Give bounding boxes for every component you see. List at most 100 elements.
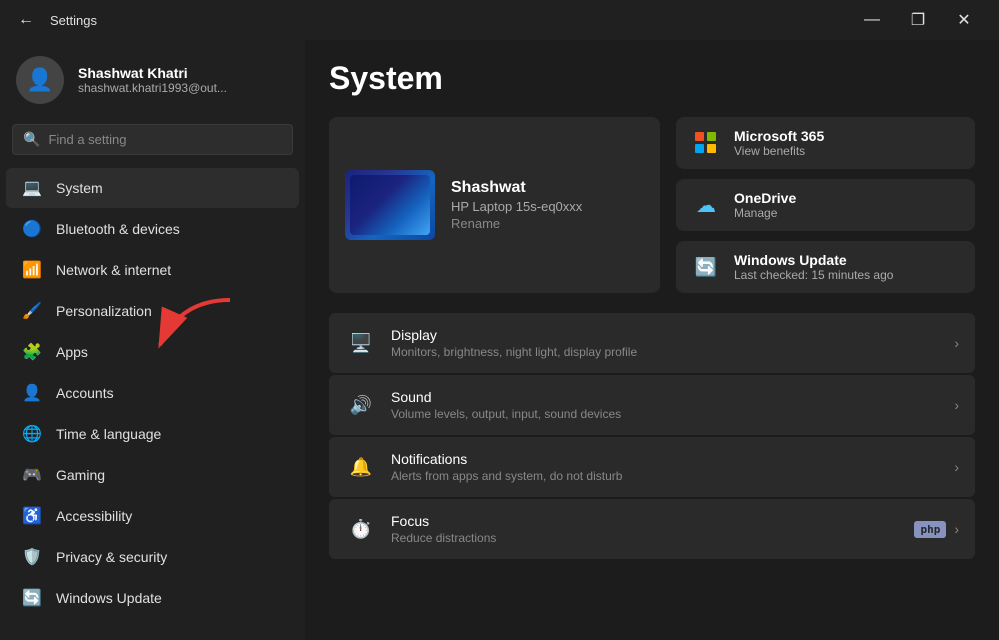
window-controls: — ❐ ✕	[849, 0, 987, 40]
ms365-title: Microsoft 365	[734, 128, 824, 144]
system-icon: 💻	[22, 178, 42, 198]
accessibility-icon: ♿	[22, 506, 42, 526]
onedrive-icon: ☁	[690, 189, 722, 221]
privacy-icon: 🛡️	[22, 547, 42, 567]
ms365-info: Microsoft 365 View benefits	[734, 128, 824, 158]
onedrive-card[interactable]: ☁ OneDrive Manage	[676, 179, 975, 231]
sidebar-item-accounts[interactable]: 👤 Accounts	[6, 373, 299, 413]
device-rename[interactable]: Rename	[451, 216, 582, 231]
sound-chevron: ›	[954, 397, 959, 413]
display-title: Display	[391, 327, 954, 343]
user-info: Shashwat Khatri shashwat.khatri1993@out.…	[78, 65, 227, 95]
ms365-card[interactable]: Microsoft 365 View benefits	[676, 117, 975, 169]
focus-icon: ⏱️	[345, 513, 377, 545]
bluetooth-icon: 🔵	[22, 219, 42, 239]
network-icon: 📶	[22, 260, 42, 280]
ms365-subtitle: View benefits	[734, 144, 824, 158]
settings-item-focus[interactable]: ⏱️ Focus Reduce distractions php ›	[329, 499, 975, 559]
minimize-button[interactable]: —	[849, 0, 895, 40]
device-card[interactable]: Shashwat HP Laptop 15s-eq0xxx Rename	[329, 117, 660, 293]
sidebar-item-bluetooth[interactable]: 🔵 Bluetooth & devices	[6, 209, 299, 249]
sidebar-item-apps[interactable]: 🧩 Apps	[6, 332, 299, 372]
sidebar-item-update[interactable]: 🔄 Windows Update	[6, 578, 299, 618]
winupdate-icon: 🔄	[690, 251, 722, 283]
notifications-title: Notifications	[391, 451, 954, 467]
sound-title: Sound	[391, 389, 954, 405]
onedrive-title: OneDrive	[734, 190, 796, 206]
display-desc: Monitors, brightness, night light, displ…	[391, 345, 954, 359]
display-text: Display Monitors, brightness, night ligh…	[391, 327, 954, 359]
device-image-inner	[350, 175, 430, 235]
sidebar-label-apps: Apps	[56, 344, 88, 360]
settings-item-notifications[interactable]: 🔔 Notifications Alerts from apps and sys…	[329, 437, 975, 497]
sound-icon: 🔊	[345, 389, 377, 421]
sidebar-item-personalization[interactable]: 🖌️ Personalization	[6, 291, 299, 331]
side-cards: Microsoft 365 View benefits ☁ OneDrive M…	[676, 117, 975, 293]
personalization-icon: 🖌️	[22, 301, 42, 321]
search-icon: 🔍	[23, 131, 40, 148]
ms365-icon	[690, 127, 722, 159]
display-icon: 🖥️	[345, 327, 377, 359]
sidebar-label-privacy: Privacy & security	[56, 549, 167, 565]
update-icon: 🔄	[22, 588, 42, 608]
title-bar-left: ← Settings	[12, 7, 97, 33]
search-box: 🔍	[12, 124, 293, 155]
device-name: Shashwat	[451, 179, 582, 197]
top-section: Shashwat HP Laptop 15s-eq0xxx Rename	[329, 117, 975, 293]
notifications-text: Notifications Alerts from apps and syste…	[391, 451, 954, 483]
sidebar-label-personalization: Personalization	[56, 303, 152, 319]
page-title: System	[329, 60, 975, 97]
nav-list: 💻 System 🔵 Bluetooth & devices 📶 Network…	[0, 167, 305, 619]
sidebar: 👤 Shashwat Khatri shashwat.khatri1993@ou…	[0, 40, 305, 640]
device-model: HP Laptop 15s-eq0xxx	[451, 199, 582, 214]
notifications-desc: Alerts from apps and system, do not dist…	[391, 469, 954, 483]
sidebar-item-privacy[interactable]: 🛡️ Privacy & security	[6, 537, 299, 577]
onedrive-subtitle: Manage	[734, 206, 796, 220]
settings-item-display[interactable]: 🖥️ Display Monitors, brightness, night l…	[329, 313, 975, 373]
sidebar-label-accessibility: Accessibility	[56, 508, 132, 524]
main-content: System Shashwat HP Laptop 15s-eq0xxx Ren…	[305, 40, 999, 640]
app-title: Settings	[50, 13, 97, 28]
sidebar-label-system: System	[56, 180, 103, 196]
sidebar-label-bluetooth: Bluetooth & devices	[56, 221, 180, 237]
avatar: 👤	[16, 56, 64, 104]
sidebar-label-gaming: Gaming	[56, 467, 105, 483]
close-button[interactable]: ✕	[941, 0, 987, 40]
focus-chevron: ›	[954, 521, 959, 537]
sound-text: Sound Volume levels, output, input, soun…	[391, 389, 954, 421]
focus-title: Focus	[391, 513, 914, 529]
user-name: Shashwat Khatri	[78, 65, 227, 81]
onedrive-info: OneDrive Manage	[734, 190, 796, 220]
php-badge: php	[914, 521, 946, 538]
sidebar-item-time[interactable]: 🌐 Time & language	[6, 414, 299, 454]
title-bar: ← Settings — ❐ ✕	[0, 0, 999, 40]
app-body: 👤 Shashwat Khatri shashwat.khatri1993@ou…	[0, 40, 999, 640]
winupdate-info: Windows Update Last checked: 15 minutes …	[734, 252, 893, 282]
sidebar-item-system[interactable]: 💻 System	[6, 168, 299, 208]
accounts-icon: 👤	[22, 383, 42, 403]
device-image	[345, 170, 435, 240]
settings-item-sound[interactable]: 🔊 Sound Volume levels, output, input, so…	[329, 375, 975, 435]
display-chevron: ›	[954, 335, 959, 351]
sidebar-item-network[interactable]: 📶 Network & internet	[6, 250, 299, 290]
sidebar-item-accessibility[interactable]: ♿ Accessibility	[6, 496, 299, 536]
maximize-button[interactable]: ❐	[895, 0, 941, 40]
winupdate-title: Windows Update	[734, 252, 893, 268]
sidebar-label-accounts: Accounts	[56, 385, 114, 401]
sound-desc: Volume levels, output, input, sound devi…	[391, 407, 954, 421]
apps-icon: 🧩	[22, 342, 42, 362]
back-button[interactable]: ←	[12, 7, 40, 33]
sidebar-label-time: Time & language	[56, 426, 161, 442]
sidebar-label-network: Network & internet	[56, 262, 171, 278]
settings-list: 🖥️ Display Monitors, brightness, night l…	[329, 313, 975, 559]
sidebar-item-gaming[interactable]: 🎮 Gaming	[6, 455, 299, 495]
device-info: Shashwat HP Laptop 15s-eq0xxx Rename	[451, 179, 582, 231]
sidebar-label-update: Windows Update	[56, 590, 162, 606]
notifications-icon: 🔔	[345, 451, 377, 483]
search-input[interactable]	[48, 132, 282, 147]
focus-text: Focus Reduce distractions	[391, 513, 914, 545]
search-container: 🔍	[0, 118, 305, 167]
winupdate-card[interactable]: 🔄 Windows Update Last checked: 15 minute…	[676, 241, 975, 293]
winupdate-subtitle: Last checked: 15 minutes ago	[734, 268, 893, 282]
user-profile[interactable]: 👤 Shashwat Khatri shashwat.khatri1993@ou…	[0, 40, 305, 118]
